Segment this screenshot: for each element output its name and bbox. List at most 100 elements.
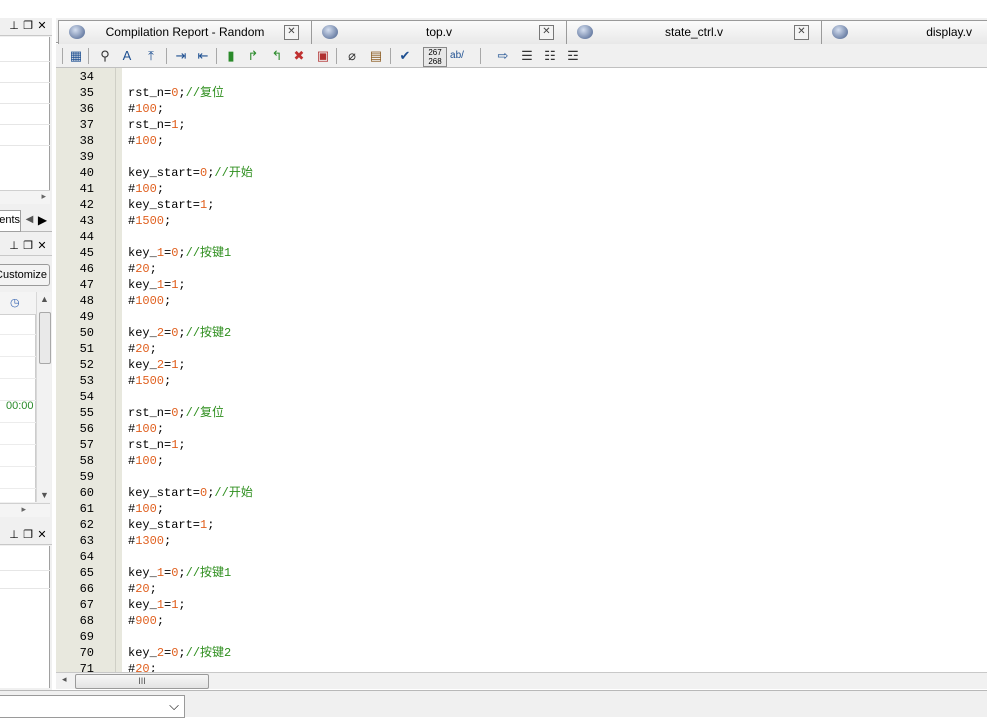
close-icon[interactable]: ✕ [35, 528, 49, 542]
close-icon[interactable]: ✕ [35, 239, 49, 253]
code-line[interactable]: 50 key_2=0;//按键2 [56, 325, 956, 341]
code-line[interactable]: 46 #20; [56, 261, 956, 277]
code-line[interactable]: 49 [56, 309, 956, 325]
code-line[interactable]: 63 #1300; [56, 533, 956, 549]
code-line[interactable]: 70 key_2=0;//按键2 [56, 645, 956, 661]
pin-icon[interactable]: ⊥ [7, 239, 21, 253]
code-line[interactable]: 57 rst_n=1; [56, 437, 956, 453]
code-text: key_start=1; [128, 518, 215, 532]
scroll-thumb[interactable] [39, 312, 51, 364]
code-line[interactable]: 38 #100; [56, 133, 956, 149]
close-icon[interactable]: ✕ [539, 25, 554, 40]
line-number: 49 [79, 310, 94, 324]
code-line[interactable]: 64 [56, 549, 956, 565]
scroll-left-icon[interactable]: ◂ [62, 674, 67, 685]
code-line[interactable]: 60 key_start=0;//开始 [56, 485, 956, 501]
code-line[interactable]: 43 #1500; [56, 213, 956, 229]
previous-bookmark-icon[interactable]: ↰ [268, 47, 286, 65]
indent-icon[interactable]: ⇥ [172, 47, 190, 65]
delete-bookmark-icon[interactable]: ▣ [314, 47, 332, 65]
scroll-up-icon[interactable]: ▲ [40, 294, 49, 304]
code-line[interactable]: 67 key_1=1; [56, 597, 956, 613]
code-text: key_2=1; [128, 358, 186, 372]
insert-tab-icon[interactable]: ⇨ [494, 47, 512, 65]
close-icon[interactable]: ✕ [284, 25, 299, 40]
chevron-down-icon[interactable]: ⌵ [166, 696, 182, 715]
editor-hscroll[interactable]: ◂ III [56, 672, 987, 689]
scroll-right-icon[interactable]: ▸ [41, 191, 46, 202]
panel-hscroll[interactable]: ▸ [0, 190, 50, 204]
tab-display-v[interactable]: display.v [821, 20, 987, 44]
template-icon[interactable]: ▤ [367, 47, 385, 65]
code-line[interactable]: 35 rst_n=0;//复位 [56, 85, 956, 101]
code-line[interactable]: 55 rst_n=0;//复位 [56, 405, 956, 421]
code-line[interactable]: 37 rst_n=1; [56, 117, 956, 133]
close-icon[interactable]: ✕ [35, 19, 49, 33]
open-window-icon[interactable]: ▦ [67, 47, 85, 65]
pin-icon[interactable]: ⊥ [7, 19, 21, 33]
code-line[interactable]: 68 #900; [56, 613, 956, 629]
code-line[interactable]: 53 #1500; [56, 373, 956, 389]
code-line[interactable]: 36 #100; [56, 101, 956, 117]
goto-line-icon[interactable]: ⤒ [142, 47, 160, 65]
restore-icon[interactable]: ❐ [21, 528, 35, 542]
spelling-icon[interactable]: ab/ [448, 47, 466, 65]
tasks-grid: ◷ 00:00 [0, 292, 36, 502]
tab-scroll-right-icon[interactable]: ▶ [37, 211, 48, 229]
code-line[interactable]: 65 key_1=0;//按键1 [56, 565, 956, 581]
search-combo[interactable]: ⌵ [0, 695, 185, 718]
block-comment-icon[interactable]: ☰ [518, 47, 536, 65]
find-icon[interactable]: ⚲ [96, 47, 114, 65]
code-line[interactable]: 45 key_1=0;//按键1 [56, 245, 956, 261]
toggle-comment-icon[interactable]: ☲ [564, 47, 582, 65]
attach-icon[interactable]: ⌀ [343, 47, 361, 65]
scroll-thumb[interactable]: III [75, 674, 209, 689]
restore-icon[interactable]: ❐ [21, 239, 35, 253]
customize-button[interactable]: Customize... [0, 264, 50, 286]
close-icon[interactable]: ✕ [794, 25, 809, 40]
code-line[interactable]: 61 #100; [56, 501, 956, 517]
find-replace-icon[interactable]: A [118, 47, 136, 65]
code-line[interactable]: 42 key_start=1; [56, 197, 956, 213]
tab-top-v[interactable]: top.v ✕ [311, 20, 567, 44]
code-line[interactable]: 39 [56, 149, 956, 165]
scroll-right-icon[interactable]: ▸ [21, 504, 26, 515]
panel-header-top: ⊥ ❐ ✕ [0, 18, 52, 36]
code-editor[interactable]: 34 35 rst_n=0;//复位 36 #100; 37 rst_n=1; 38 #100;… [56, 68, 987, 672]
tab-components[interactable]: Components [0, 210, 21, 232]
pin-icon[interactable]: ⊥ [7, 528, 21, 542]
code-line[interactable]: 54 [56, 389, 956, 405]
code-line[interactable]: 34 [56, 69, 956, 85]
code-line[interactable]: 59 [56, 469, 956, 485]
tab-label: Compilation Report - Random [105, 25, 265, 39]
code-line[interactable]: 41 #100; [56, 181, 956, 197]
scroll-down-icon[interactable]: ▼ [40, 490, 49, 500]
code-line[interactable]: 71 #20; [56, 661, 956, 672]
restore-icon[interactable]: ❐ [21, 19, 35, 33]
line-numbers-icon[interactable]: 267 268 [423, 47, 447, 67]
check-syntax-icon[interactable]: ✔ [396, 47, 414, 65]
code-line[interactable]: 66 #20; [56, 581, 956, 597]
clear-bookmarks-icon[interactable]: ✖ [290, 47, 308, 65]
tasks-vscroll[interactable]: ▲ ▼ [36, 292, 51, 502]
tab-compilation-report[interactable]: Compilation Report - Random ✕ [58, 20, 312, 44]
code-line[interactable]: 47 key_1=1; [56, 277, 956, 293]
tab-scroll-left-icon[interactable]: ◀ [24, 211, 35, 229]
code-line[interactable]: 52 key_2=1; [56, 357, 956, 373]
code-line[interactable]: 62 key_start=1; [56, 517, 956, 533]
tab-state-ctrl-v[interactable]: state_ctrl.v ✕ [566, 20, 822, 44]
bookmark-icon[interactable]: ▮ [222, 47, 240, 65]
line-number: 57 [79, 438, 94, 452]
line-number: 70 [79, 646, 94, 660]
code-line[interactable]: 51 #20; [56, 341, 956, 357]
code-line[interactable]: 40 key_start=0;//开始 [56, 165, 956, 181]
code-line[interactable]: 56 #100; [56, 421, 956, 437]
unindent-icon[interactable]: ⇤ [194, 47, 212, 65]
tasks-hscroll[interactable]: ▸ [0, 503, 50, 517]
code-line[interactable]: 48 #1000; [56, 293, 956, 309]
code-line[interactable]: 69 [56, 629, 956, 645]
next-bookmark-icon[interactable]: ↱ [244, 47, 262, 65]
code-line[interactable]: 44 [56, 229, 956, 245]
uncomment-icon[interactable]: ☷ [541, 47, 559, 65]
code-line[interactable]: 58 #100; [56, 453, 956, 469]
